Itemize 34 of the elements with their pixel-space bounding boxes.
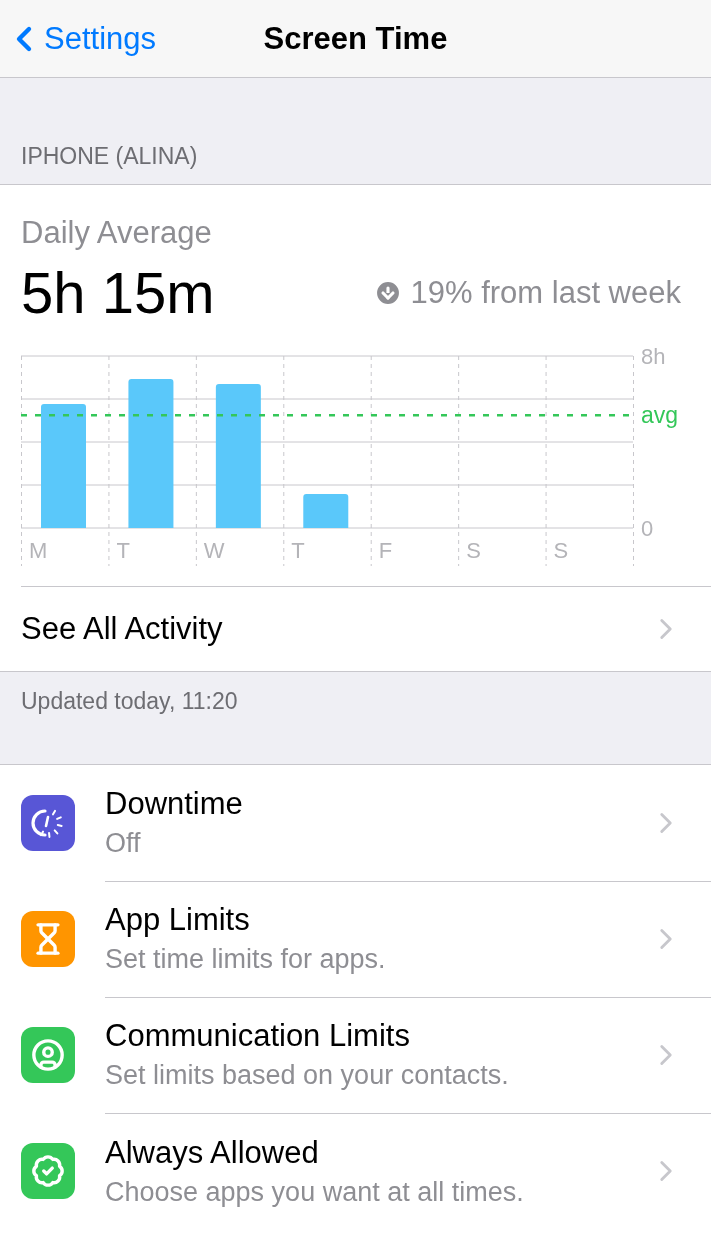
bar <box>303 494 349 528</box>
settings-row[interactable]: App Limits Set time limits for apps. <box>0 881 711 997</box>
trend-text: 19% from last week <box>410 274 681 311</box>
axis-label: W <box>203 538 225 563</box>
axis-label: 8h <box>641 346 666 369</box>
row-subtitle: Set time limits for apps. <box>105 944 387 975</box>
row-title: Communication Limits <box>105 1018 411 1054</box>
settings-row[interactable]: Always Allowed Choose apps you want at all times. <box>0 1113 711 1229</box>
average-label: avg <box>641 402 679 429</box>
daily-average-label: Daily Average <box>21 215 212 250</box>
back-button[interactable]: Settings <box>0 18 156 59</box>
section-header: IPHONE (ALINA) <box>21 143 198 170</box>
see-all-activity-link[interactable]: See All Activity <box>21 586 711 671</box>
axis-label: S <box>553 538 569 563</box>
row-title: App Limits <box>105 902 251 938</box>
person-circle-icon <box>31 1038 65 1072</box>
daily-average-value: 5h 15m <box>21 259 215 326</box>
updated-text: Updated today, 11:20 <box>21 688 238 714</box>
row-title: Downtime <box>105 786 244 822</box>
axis-label: M <box>29 538 48 563</box>
axis-label: F <box>378 538 393 563</box>
page-title: Screen Time <box>263 20 448 57</box>
settings-row[interactable]: Downtime Off <box>0 765 711 881</box>
axis-label: S <box>466 538 481 563</box>
axis-label: T <box>291 538 305 563</box>
check-badge-icon <box>31 1154 65 1188</box>
row-subtitle: Off <box>105 828 142 859</box>
settings-row[interactable]: Communication Limits Set limits based on your contacts. <box>0 997 711 1113</box>
row-title: Always Allowed <box>105 1134 320 1171</box>
row-subtitle: Set limits based on your contacts. <box>105 1060 510 1091</box>
moon-clock-icon <box>31 806 65 840</box>
axis-label: T <box>116 538 130 563</box>
row-subtitle: Choose apps you want at all times. <box>105 1176 525 1208</box>
axis-label: 0 <box>641 516 654 541</box>
